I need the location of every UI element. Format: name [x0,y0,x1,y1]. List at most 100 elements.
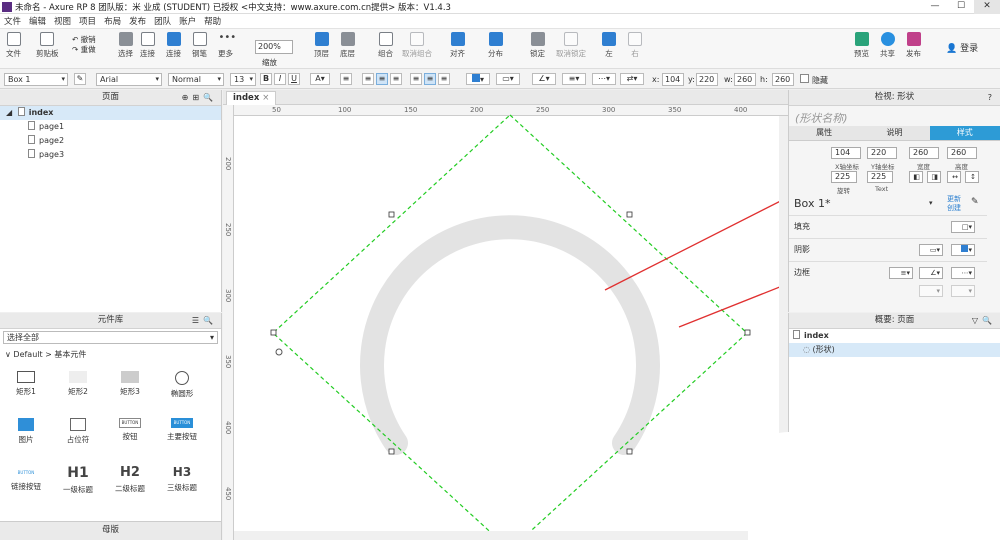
menu-view[interactable]: 视图 [50,15,75,27]
preview-button[interactable]: 预览 [854,32,869,59]
menu-file[interactable]: 文件 [0,15,25,27]
bullet-list-icon[interactable]: ≡ [340,73,352,85]
outline-root[interactable]: index [789,329,1000,343]
hide-checkbox[interactable] [800,74,809,83]
valign-bottom-icon[interactable]: ≡ [438,73,450,85]
widget-placeholder[interactable]: 占位符 [54,418,102,445]
publish-button[interactable]: 发布 [906,32,921,59]
group-button[interactable]: 组合 [378,32,393,59]
align-right-icon[interactable]: ≡ [390,73,402,85]
font-weight-select[interactable]: Normal [168,73,224,86]
flip-horizontal-icon[interactable]: ◧ [909,171,923,183]
outline-actions[interactable]: ▽🔍 [972,313,996,328]
arrow-style-button[interactable]: ⇄▾ [620,73,644,85]
create-style-link[interactable]: 创建 [947,204,961,213]
widget-ellipse[interactable]: 椭圆形 [158,371,206,399]
widget-rect2[interactable]: 矩形2 [54,371,102,397]
text-rotation-input[interactable]: 225 [867,171,893,183]
format-painter-icon[interactable]: ✎ [74,73,86,85]
fill-color-button[interactable]: ▾ [466,73,490,85]
lock-button[interactable]: 锁定 [530,32,545,59]
border-width-dropdown[interactable]: ≡▾ [889,267,913,279]
resize-handle[interactable] [744,329,751,336]
outline-shape-item[interactable]: ◌ (形状) [789,343,1000,357]
fit-height-icon[interactable]: ↕ [965,171,979,183]
login-button[interactable]: 👤 登录 [946,41,978,54]
widget-h2[interactable]: H2 二级标题 [106,465,154,494]
border-color-dropdown[interactable]: ∠▾ [919,267,943,279]
rotation-handle[interactable] [275,348,283,356]
flip-vertical-icon[interactable]: ◨ [927,171,941,183]
connect-tool[interactable]: 连接 [140,32,155,59]
arrow-style-dropdown[interactable]: ▾ [951,285,975,297]
select-tool[interactable]: 选择 [118,32,133,59]
line-style-button[interactable]: ⋯▾ [592,73,616,85]
menu-team[interactable]: 团队 [150,15,175,27]
update-style-link[interactable]: 更新 [947,195,961,204]
resize-handle[interactable] [626,211,633,218]
connect-line-tool[interactable]: 连接 [166,32,181,59]
height-input[interactable]: 260 [947,147,977,159]
widget-primary-button[interactable]: BUTTON 主要按钮 [158,418,206,442]
right-button[interactable]: 右 [628,32,642,59]
style-edit-icon[interactable]: ✎ [971,197,979,207]
pages-panel-actions[interactable]: ⊕⊞🔍 [182,90,217,105]
page-tree-item[interactable]: page1 [0,120,221,134]
fill-color-dropdown[interactable]: □▾ [951,221,975,233]
unlock-button[interactable]: 取消锁定 [556,32,586,59]
resize-handle[interactable] [270,329,277,336]
ungroup-button[interactable]: 取消组合 [402,32,432,59]
page-tree-root[interactable]: ◢ index [0,106,221,120]
shape-name-input[interactable]: (形状名称) [789,106,1000,126]
menu-account[interactable]: 账户 [175,15,200,27]
send-bottom-button[interactable]: 底层 [340,32,355,59]
tab-notes[interactable]: 说明 [859,126,930,140]
valign-middle-icon[interactable]: ≡ [424,73,436,85]
font-size-select[interactable]: 13 [230,73,256,86]
resize-handle[interactable] [626,448,633,455]
rotation-input[interactable]: 225 [831,171,857,183]
menu-layout[interactable]: 布局 [100,15,125,27]
maximize-button[interactable]: ☐ [948,0,974,14]
fit-width-icon[interactable]: ↔ [947,171,961,183]
x-coordinate-input[interactable]: 104 [831,147,861,159]
share-button[interactable]: 共享 [880,32,895,59]
left-button[interactable]: 左 [602,32,616,59]
widget-button[interactable]: BUTTON 按钮 [106,418,154,442]
library-select[interactable]: 选择全部 [3,331,218,344]
zoom-select[interactable]: 200% [255,40,293,54]
font-family-select[interactable]: Arial [96,73,162,86]
inner-shadow-dropdown[interactable]: ▾ [951,244,975,256]
pen-tool[interactable]: 钢笔 [192,32,207,59]
collapse-icon[interactable]: ◢ [6,108,12,117]
resize-handle[interactable] [388,448,395,455]
width-input[interactable]: 260 [909,147,939,159]
horizontal-scrollbar[interactable] [234,531,779,540]
resize-handle[interactable] [388,211,395,218]
align-button[interactable]: 对齐 [450,32,465,59]
align-left-icon[interactable]: ≡ [362,73,374,85]
inspector-actions[interactable]: ? [988,90,996,105]
style-dropdown-icon[interactable]: ▾ [929,199,933,207]
library-category[interactable]: ∨ Default > 基本元件 [0,346,221,363]
menu-publish[interactable]: 发布 [125,15,150,27]
clipboard-tool[interactable]: 剪贴板 [36,32,59,59]
w-input[interactable]: 260 [734,73,756,86]
y-coordinate-input[interactable]: 220 [867,147,897,159]
bring-top-button[interactable]: 顶层 [314,32,329,59]
widget-link-button[interactable]: BUTTON 链接按钮 [2,468,50,492]
widget-h3[interactable]: H3 三级标题 [158,465,206,493]
h-input[interactable]: 260 [772,73,794,86]
bold-button[interactable]: B [260,73,272,85]
menu-help[interactable]: 帮助 [200,15,225,27]
tab-properties[interactable]: 属性 [789,126,860,140]
widget-name-select[interactable]: Box 1 [4,73,68,86]
tab-style[interactable]: 样式 [929,126,1000,140]
italic-button[interactable]: I [274,73,286,85]
widget-image[interactable]: 图片 [2,418,50,445]
menu-project[interactable]: 项目 [75,15,100,27]
undo-button[interactable]: ↶ 撤销 [72,35,96,45]
x-input[interactable]: 104 [662,73,684,86]
more-tool[interactable]: ••• 更多 [218,32,236,59]
border-visibility-dropdown[interactable]: ▾ [919,285,943,297]
